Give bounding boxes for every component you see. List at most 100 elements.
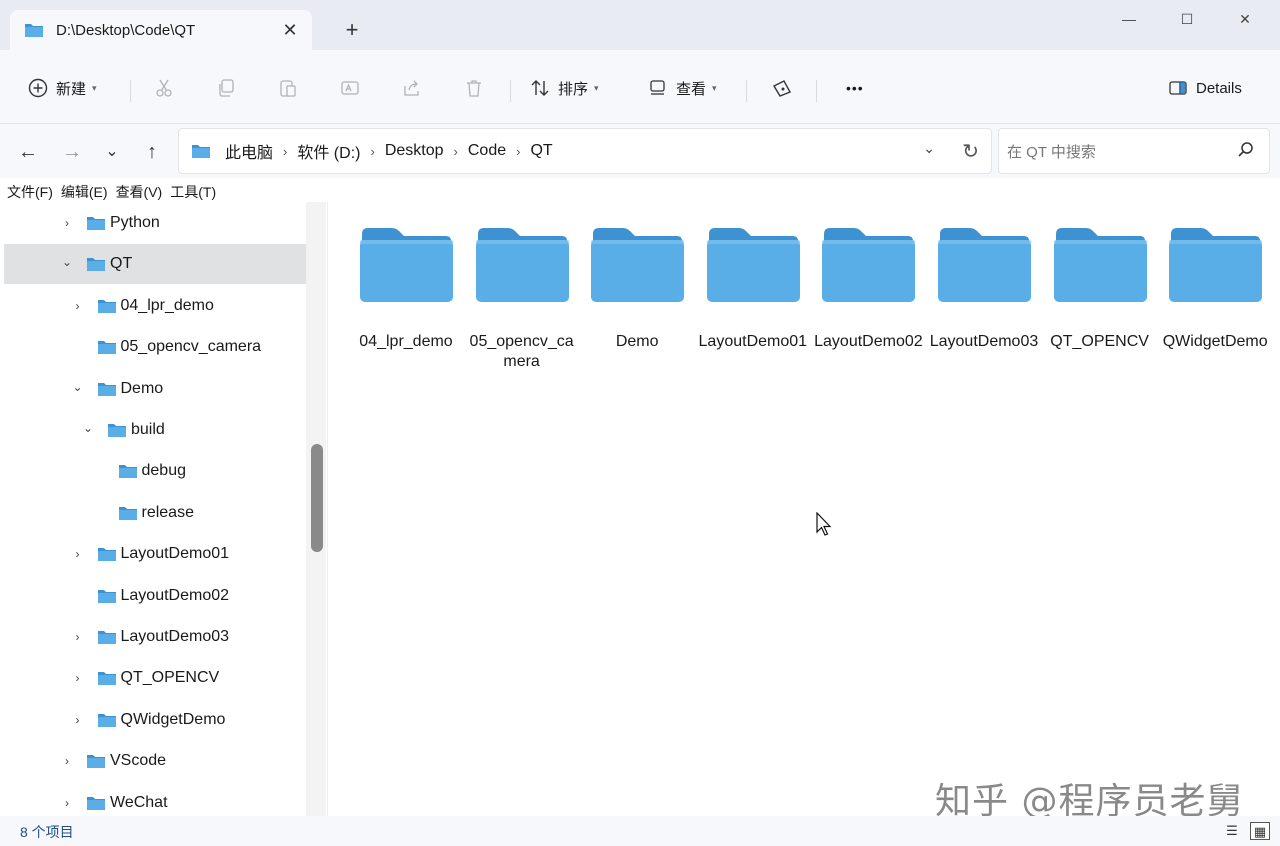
sidebar-item[interactable]: › Python xyxy=(4,203,306,243)
sidebar-item-label: 05_opencv_camera xyxy=(120,338,262,356)
chevron-right-icon[interactable]: › xyxy=(454,144,458,159)
forward-button[interactable]: → xyxy=(58,138,86,166)
minimize-button[interactable]: — xyxy=(1106,6,1152,32)
sidebar-item[interactable]: › WeChat xyxy=(4,783,306,816)
folder-icon xyxy=(87,258,105,272)
sidebar-item-label: Python xyxy=(110,214,160,231)
chevron-down-icon[interactable]: ⌄ xyxy=(60,255,74,269)
navigation-scrollbar-thumb[interactable] xyxy=(311,444,323,552)
rename-button[interactable] xyxy=(340,74,360,102)
sidebar-item[interactable]: › QWidgetDemo xyxy=(4,700,306,740)
tiles-view-button[interactable]: ▦ xyxy=(1250,822,1270,840)
breadcrumb-item[interactable]: 此电脑 xyxy=(225,139,273,163)
chevron-right-icon[interactable]: › xyxy=(60,754,74,768)
sidebar-item[interactable]: 05_opencv_camera xyxy=(4,327,306,367)
close-window-button[interactable]: ✕ xyxy=(1222,6,1268,32)
folder-icon xyxy=(87,217,105,230)
sidebar-item-label: release xyxy=(141,503,194,521)
sidebar-item-label: build xyxy=(131,421,165,438)
menu-bar: 文件(F) 编辑(E) 查看(V) 工具(T) xyxy=(0,180,330,202)
new-button[interactable]: 新建 ▾ xyxy=(28,74,97,102)
chevron-right-icon[interactable]: › xyxy=(60,796,74,810)
chevron-down-icon[interactable]: ⌄ xyxy=(81,421,95,435)
sidebar-item-label: LayoutDemo03 xyxy=(120,628,230,645)
chevron-right-icon[interactable]: › xyxy=(71,547,85,561)
search-input[interactable] xyxy=(1007,141,1227,163)
sidebar-item[interactable]: › LayoutDemo01 xyxy=(4,534,306,574)
folder-tile[interactable]: 05_opencv_camera xyxy=(464,220,576,370)
address-dropdown-icon[interactable]: ⌄ xyxy=(923,140,935,157)
folder-tile[interactable]: Demo xyxy=(579,220,691,360)
sidebar-item-label: QT_OPENCV xyxy=(120,669,220,687)
search-icon[interactable] xyxy=(1237,141,1255,159)
new-tab-button[interactable]: + xyxy=(338,16,366,44)
sidebar-item[interactable]: ⌄ build xyxy=(4,410,306,450)
view-label: 查看 xyxy=(676,80,707,98)
back-button[interactable]: ← xyxy=(14,138,42,166)
menu-tools[interactable]: 工具(T) xyxy=(170,180,224,202)
folder-icon xyxy=(25,24,43,37)
sidebar-item-label: LayoutDemo01 xyxy=(120,545,230,563)
folder-tile[interactable]: 04_lpr_demo xyxy=(348,220,460,360)
sidebar-item[interactable]: › 04_lpr_demo xyxy=(4,286,306,326)
chevron-right-icon[interactable]: › xyxy=(60,216,74,230)
sidebar-item[interactable]: › QT_OPENCV xyxy=(4,658,306,698)
folder-tile[interactable]: QT_OPENCV xyxy=(1042,220,1154,360)
chevron-right-icon[interactable]: › xyxy=(283,144,287,159)
folder-icon xyxy=(1053,228,1147,302)
folder-icon xyxy=(97,382,116,396)
refresh-icon[interactable]: ↻ xyxy=(962,139,979,164)
maximize-button[interactable]: ☐ xyxy=(1164,6,1210,32)
chevron-down-icon[interactable]: ⌄ xyxy=(71,380,85,394)
chevron-right-icon[interactable]: › xyxy=(71,630,85,644)
sidebar-item[interactable]: ⌄ QT xyxy=(4,244,306,285)
tab-current-folder[interactable]: D:\Desktop\Code\QT ✕ xyxy=(10,10,312,50)
close-tab-icon[interactable]: ✕ xyxy=(278,18,302,42)
details-view-button[interactable]: ☰ xyxy=(1222,822,1242,840)
chevron-right-icon[interactable]: › xyxy=(370,144,374,159)
menu-view[interactable]: 查看(V) xyxy=(116,180,171,202)
breadcrumb-item[interactable]: Code xyxy=(468,142,506,160)
chevron-down-icon: ▾ xyxy=(594,82,599,93)
sidebar-item[interactable]: debug xyxy=(4,451,306,491)
folder-name: QWidgetDemo xyxy=(1162,333,1268,350)
breadcrumb-item[interactable]: 软件 (D:) xyxy=(297,139,360,163)
sidebar-item[interactable]: release xyxy=(4,493,306,533)
new-label: 新建 xyxy=(56,80,87,98)
sort-button[interactable]: 排序 ▾ xyxy=(530,74,599,102)
folder-tile[interactable]: LayoutDemo01 xyxy=(695,220,807,360)
view-button[interactable]: 查看 ▾ xyxy=(648,74,717,102)
toolbar-divider xyxy=(130,80,131,102)
cut-button[interactable] xyxy=(154,74,174,102)
breadcrumb-item[interactable]: Desktop xyxy=(385,142,444,160)
folder-tile[interactable]: LayoutDemo03 xyxy=(926,220,1038,360)
chevron-right-icon[interactable]: › xyxy=(516,144,520,159)
menu-file[interactable]: 文件(F) xyxy=(0,180,61,202)
delete-button[interactable] xyxy=(464,74,484,102)
share-button[interactable] xyxy=(402,74,422,102)
sidebar-item[interactable]: › VScode xyxy=(4,741,306,781)
chevron-right-icon[interactable]: › xyxy=(71,299,85,313)
filter-button[interactable] xyxy=(772,74,792,102)
breadcrumb-item[interactable]: QT xyxy=(530,142,552,160)
menu-edit[interactable]: 编辑(E) xyxy=(61,180,116,202)
more-button[interactable]: ••• xyxy=(846,74,864,102)
search-box[interactable] xyxy=(998,128,1270,174)
folder-icon xyxy=(192,145,210,158)
sidebar-item[interactable]: › LayoutDemo03 xyxy=(4,617,306,657)
sidebar-item[interactable]: LayoutDemo02 xyxy=(4,576,306,616)
chevron-down-icon: ▾ xyxy=(92,82,97,93)
address-bar[interactable]: 此电脑 › 软件 (D:) › Desktop › Code › QT ⌄ ↻ xyxy=(178,128,992,174)
folder-icon xyxy=(97,548,116,562)
chevron-right-icon[interactable]: › xyxy=(71,671,85,685)
recent-locations-button[interactable]: ⌄ xyxy=(98,138,126,166)
chevron-right-icon[interactable]: › xyxy=(71,713,85,727)
folder-tile[interactable]: LayoutDemo02 xyxy=(810,220,923,360)
toolbar-divider xyxy=(510,80,511,102)
sidebar-item[interactable]: ⌄ Demo xyxy=(4,369,306,409)
paste-button[interactable] xyxy=(278,74,298,102)
folder-tile[interactable]: QWidgetDemo xyxy=(1157,220,1269,360)
up-button[interactable]: ↑ xyxy=(138,138,166,166)
copy-button[interactable] xyxy=(216,74,236,102)
details-pane-button[interactable]: Details xyxy=(1168,74,1242,102)
